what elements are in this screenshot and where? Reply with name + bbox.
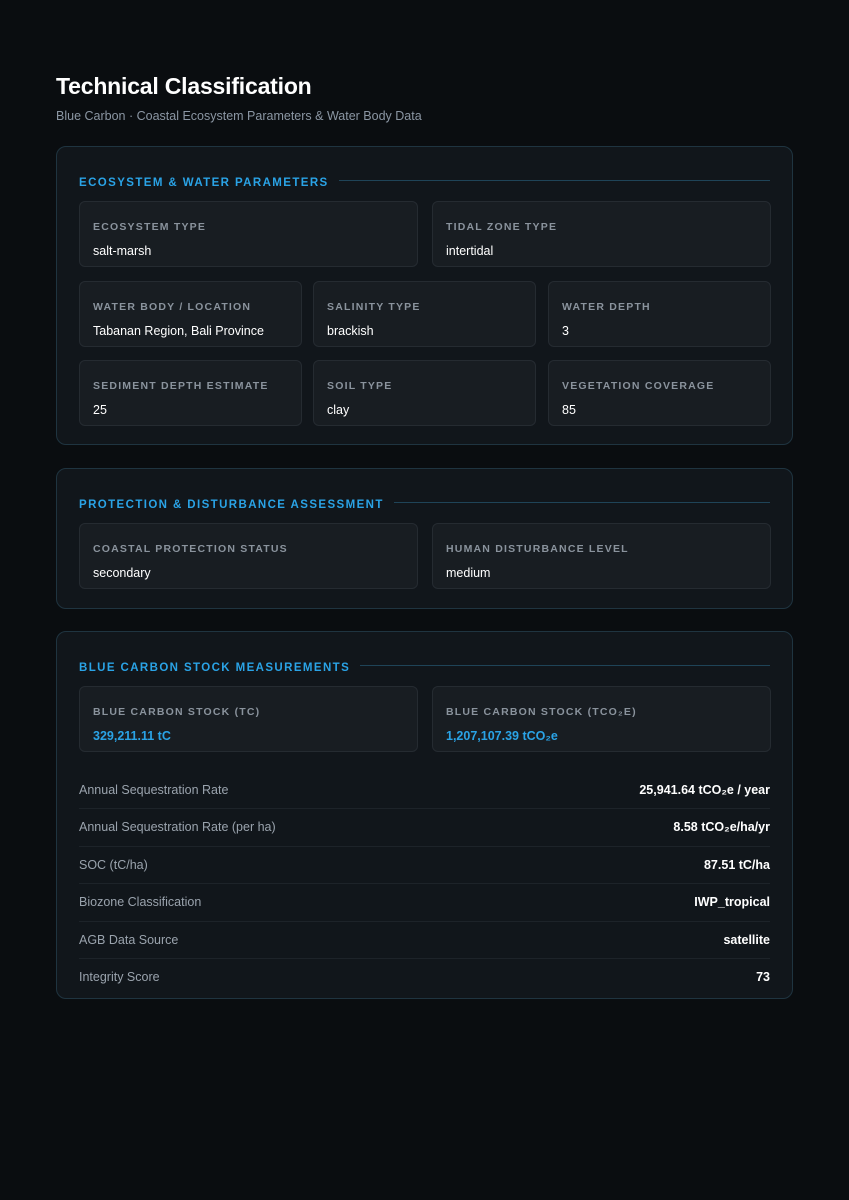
field-value: clay: [327, 403, 350, 417]
section-divider: [338, 179, 770, 181]
measurement-label: AGB Data Source: [79, 932, 179, 947]
measurement-row: Biozone Classification IWP_tropical: [79, 884, 770, 922]
field-card-salinity-type: SALINITY TYPE brackish: [313, 281, 536, 347]
field-label: SOIL TYPE: [327, 380, 393, 392]
measurement-label: Biozone Classification: [79, 895, 202, 910]
section-title: PROTECTION & DISTURBANCE ASSESSMENT: [79, 499, 384, 511]
field-label: COASTAL PROTECTION STATUS: [93, 543, 288, 555]
carbon-section: BLUE CARBON STOCK MEASUREMENTS BLUE CARB…: [56, 631, 793, 999]
field-label: SEDIMENT DEPTH ESTIMATE: [93, 380, 269, 392]
field-card-sediment-depth: SEDIMENT DEPTH ESTIMATE 25: [79, 360, 302, 426]
section-header: PROTECTION & DISTURBANCE ASSESSMENT: [79, 497, 770, 513]
protection-section: PROTECTION & DISTURBANCE ASSESSMENT COAS…: [56, 468, 793, 609]
field-card-human-disturbance-level: HUMAN DISTURBANCE LEVEL medium: [432, 523, 771, 589]
measurement-label: Annual Sequestration Rate (per ha): [79, 820, 276, 835]
field-card-ecosystem-type: ECOSYSTEM TYPE salt-marsh: [79, 201, 418, 267]
field-value: 3: [562, 324, 569, 338]
field-value: 85: [562, 403, 576, 417]
field-card-water-body-location: WATER BODY / LOCATION Tabanan Region, Ba…: [79, 281, 302, 347]
field-card-water-depth: WATER DEPTH 3: [548, 281, 771, 347]
section-header: ECOSYSTEM & WATER PARAMETERS: [79, 175, 770, 191]
field-value: intertidal: [446, 244, 494, 258]
field-label: ECOSYSTEM TYPE: [93, 221, 207, 233]
section-header: BLUE CARBON STOCK MEASUREMENTS: [79, 660, 770, 676]
field-card-vegetation-coverage: VEGETATION COVERAGE 85: [548, 360, 771, 426]
field-value: secondary: [93, 566, 151, 580]
section-title: ECOSYSTEM & WATER PARAMETERS: [79, 177, 329, 189]
page-title: Technical Classification: [56, 73, 312, 99]
section-title: BLUE CARBON STOCK MEASUREMENTS: [79, 662, 351, 674]
field-value: brackish: [327, 324, 374, 338]
field-label: WATER BODY / LOCATION: [93, 301, 252, 313]
stock-label: BLUE CARBON STOCK (TCO₂E): [446, 706, 637, 718]
measurement-value: satellite: [723, 932, 770, 947]
field-label: HUMAN DISTURBANCE LEVEL: [446, 543, 629, 555]
page-subtitle: Blue Carbon · Coastal Ecosystem Paramete…: [56, 109, 422, 123]
measurement-row: AGB Data Source satellite: [79, 922, 770, 959]
measurement-label: SOC (tC/ha): [79, 857, 148, 872]
stock-card-tc: BLUE CARBON STOCK (TC) 329,211.11 tC: [79, 686, 418, 752]
field-label: VEGETATION COVERAGE: [562, 380, 715, 392]
measurement-row: Integrity Score 73: [79, 959, 770, 996]
measurement-value: 87.51 tC/ha: [703, 857, 770, 872]
field-label: SALINITY TYPE: [327, 301, 421, 313]
measurement-row: SOC (tC/ha) 87.51 tC/ha: [79, 847, 770, 885]
section-divider: [393, 501, 770, 503]
measurement-row: Annual Sequestration Rate 25,941.64 tCO₂…: [79, 772, 770, 810]
field-value: medium: [446, 566, 491, 580]
field-card-coastal-protection-status: COASTAL PROTECTION STATUS secondary: [79, 523, 418, 589]
field-value: Tabanan Region, Bali Province: [93, 324, 264, 338]
measurement-list: Annual Sequestration Rate 25,941.64 tCO₂…: [79, 772, 770, 996]
ecosystem-section: ECOSYSTEM & WATER PARAMETERS ECOSYSTEM T…: [56, 146, 793, 445]
field-card-soil-type: SOIL TYPE clay: [313, 360, 536, 426]
measurement-label: Annual Sequestration Rate: [79, 783, 229, 797]
field-value: 25: [93, 403, 107, 417]
stock-label: BLUE CARBON STOCK (TC): [93, 706, 261, 718]
measurement-value: IWP_tropical: [694, 895, 770, 910]
document-page: Technical Classification Blue Carbon · C…: [56, 72, 793, 999]
measurement-row: Annual Sequestration Rate (per ha) 8.58 …: [79, 809, 770, 847]
measurement-value: 73: [756, 969, 770, 984]
section-divider: [360, 664, 770, 666]
measurement-label: Integrity Score: [79, 969, 160, 984]
measurement-value: 8.58 tCO₂e/ha/yr: [673, 820, 770, 835]
field-card-tidal-zone-type: TIDAL ZONE TYPE intertidal: [432, 201, 771, 267]
field-value: salt-marsh: [93, 244, 152, 258]
field-label: TIDAL ZONE TYPE: [446, 221, 558, 233]
stock-value: 1,207,107.39 tCO₂e: [446, 729, 558, 743]
field-label: WATER DEPTH: [562, 301, 651, 313]
stock-card-tco2e: BLUE CARBON STOCK (TCO₂E) 1,207,107.39 t…: [432, 686, 771, 752]
measurement-value: 25,941.64 tCO₂e / year: [639, 783, 770, 797]
stock-value: 329,211.11 tC: [93, 729, 171, 743]
